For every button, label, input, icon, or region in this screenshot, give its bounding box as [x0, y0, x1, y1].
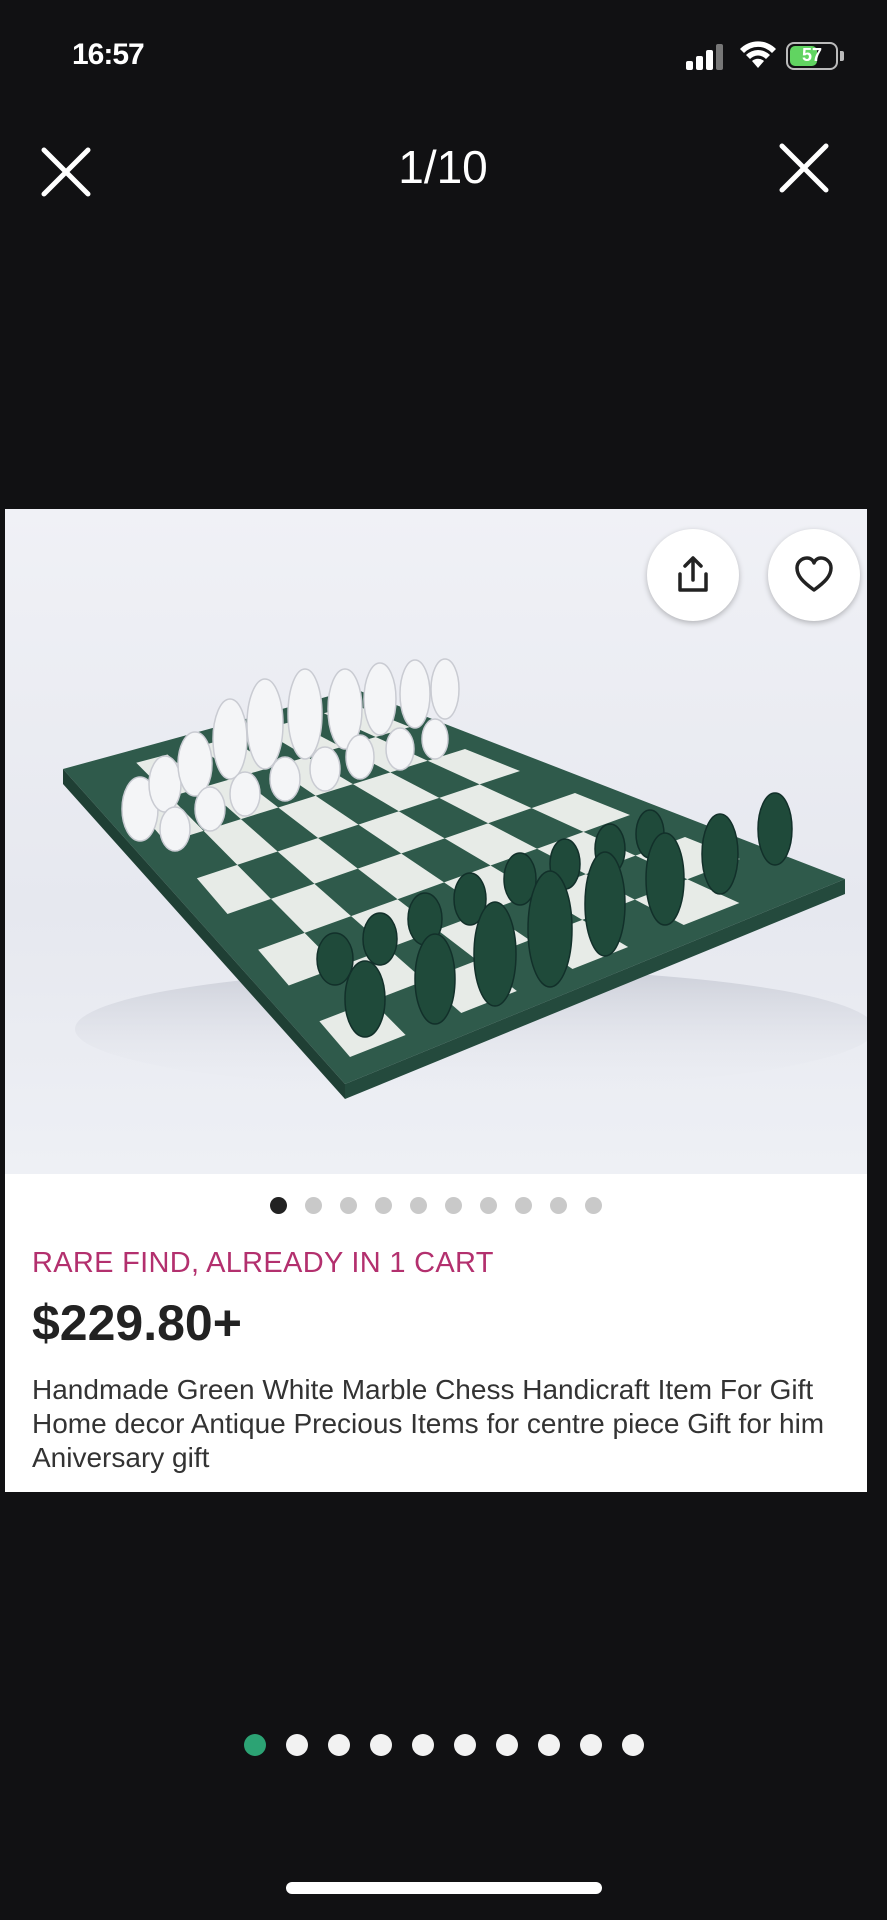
heart-icon [795, 556, 833, 592]
product-photo[interactable] [5, 509, 867, 1174]
page-dot[interactable] [285, 1734, 308, 1756]
image-dot[interactable] [270, 1197, 287, 1214]
status-time: 16:57 [72, 38, 145, 71]
cellular-signal-icon [686, 42, 724, 70]
battery-icon: 57 [786, 42, 838, 70]
page-dot[interactable] [453, 1734, 476, 1756]
image-dot[interactable] [585, 1197, 602, 1214]
image-counter: 1/10 [398, 141, 488, 193]
status-bar: 16:57 57 [0, 0, 887, 110]
favorite-button[interactable] [768, 529, 860, 621]
image-dot[interactable] [340, 1197, 357, 1214]
home-indicator[interactable] [286, 1882, 602, 1894]
close-button-right[interactable] [774, 138, 834, 198]
chess-set-image [63, 658, 867, 1099]
close-icon [41, 147, 91, 197]
share-icon [678, 556, 708, 592]
image-dot[interactable] [480, 1197, 497, 1214]
listing-title[interactable]: Handmade Green White Marble Chess Handic… [32, 1373, 852, 1475]
rare-find-badge: RARE FIND, ALREADY IN 1 CART [32, 1247, 494, 1279]
listing-price: $229.80+ [32, 1295, 242, 1351]
page-dot[interactable] [243, 1734, 266, 1756]
image-dot[interactable] [515, 1197, 532, 1214]
image-dot[interactable] [305, 1197, 322, 1214]
page-dot[interactable] [327, 1734, 350, 1756]
page-dot[interactable] [411, 1734, 434, 1756]
wifi-icon [738, 38, 778, 70]
listing-card[interactable]: RARE FIND, ALREADY IN 1 CART $229.80+ Ha… [5, 509, 867, 1492]
close-button-left[interactable] [36, 142, 96, 202]
page-dot[interactable] [621, 1734, 644, 1756]
page-indicator[interactable] [0, 1734, 887, 1761]
image-dot[interactable] [445, 1197, 462, 1214]
page-dot[interactable] [537, 1734, 560, 1756]
image-dot[interactable] [410, 1197, 427, 1214]
page-dot[interactable] [579, 1734, 602, 1756]
image-dots [5, 1197, 867, 1219]
battery-level: 57 [801, 45, 823, 65]
close-icon [779, 143, 829, 193]
image-dot[interactable] [375, 1197, 392, 1214]
page-dot[interactable] [495, 1734, 518, 1756]
page-dot[interactable] [369, 1734, 392, 1756]
share-button[interactable] [647, 529, 739, 621]
image-dot[interactable] [550, 1197, 567, 1214]
